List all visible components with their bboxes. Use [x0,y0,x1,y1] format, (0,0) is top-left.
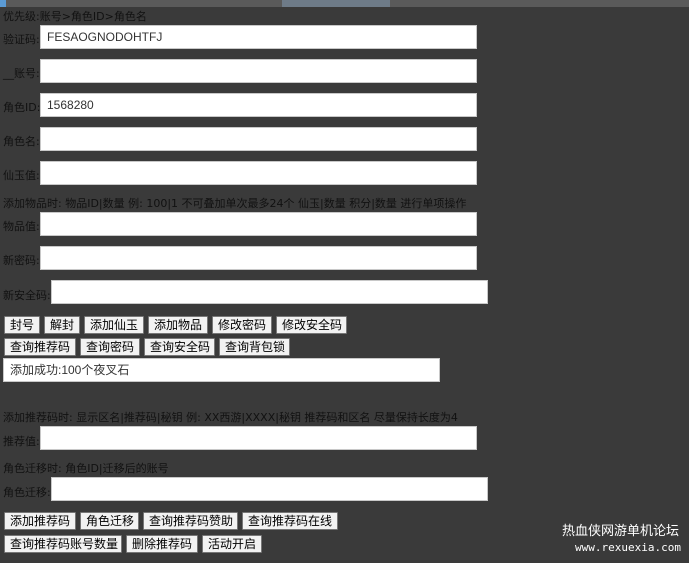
unban-button[interactable]: 解封 [44,316,80,334]
migrate-label: 角色迁移: [3,486,51,499]
item-label: 物品值: [3,220,40,233]
change-password-button[interactable]: 修改密码 [212,316,272,334]
query-recommend-button[interactable]: 查询推荐码 [4,338,76,356]
result-box: 添加成功:100个夜叉石 [3,358,440,382]
event-open-button[interactable]: 活动开启 [202,535,262,553]
query-bag-lock-button[interactable]: 查询背包锁 [219,338,290,356]
captcha-field[interactable]: FESAOGNODOHTFJ [40,25,477,49]
migrate-note: 角色迁移时: 角色ID|迁移后的账号 [3,462,169,475]
new-security-field[interactable] [51,280,488,304]
item-note: 添加物品时: 物品ID|数量 例: 100|1 不可叠加单次最多24个 仙玉|数… [3,197,467,210]
role-name-label: 角色名: [3,135,40,148]
query-recommend-sponsor-button[interactable]: 查询推荐码赞助 [143,512,238,530]
recommend-field[interactable] [40,426,477,450]
migrate-field[interactable] [51,477,488,501]
new-password-label: 新密码: [3,254,40,267]
top-bar-highlight [282,0,390,7]
priority-note: 优先级:账号>角色ID>角色名 [3,10,147,23]
watermark-url: www.rexuexia.com [575,541,681,554]
change-security-button[interactable]: 修改安全码 [276,316,347,334]
add-item-button[interactable]: 添加物品 [148,316,208,334]
delete-recommend-button[interactable]: 删除推荐码 [126,535,198,553]
item-field[interactable] [40,212,477,236]
add-recommend-button[interactable]: 添加推荐码 [4,512,76,530]
role-id-label: 角色ID: [3,101,41,114]
recommend-note: 添加推荐码时: 显示区名|推荐码|秘钥 例: XX西游|XXXX|秘钥 推荐码和… [3,411,458,424]
top-bar [0,0,689,7]
jade-label: 仙玉值: [3,169,40,182]
new-password-field[interactable] [40,246,477,270]
query-recommend-accounts-button[interactable]: 查询推荐码账号数量 [4,535,122,553]
role-migrate-button[interactable]: 角色迁移 [80,512,139,530]
query-password-button[interactable]: 查询密码 [80,338,140,356]
query-recommend-online-button[interactable]: 查询推荐码在线 [242,512,338,530]
query-security-button[interactable]: 查询安全码 [144,338,215,356]
watermark-title: 热血侠网游单机论坛 [561,524,679,539]
ban-button[interactable]: 封号 [4,316,40,334]
add-jade-button[interactable]: 添加仙玉 [84,316,144,334]
recommend-label: 推荐值: [3,435,40,448]
account-label: __账号: [3,67,40,80]
new-security-label: 新安全码: [3,289,51,302]
role-name-field[interactable] [40,127,477,151]
jade-field[interactable] [40,161,477,185]
captcha-label: 验证码: [3,33,40,46]
account-field[interactable] [40,59,477,83]
top-bar-accent [0,0,6,7]
role-id-field[interactable]: 1568280 [40,93,477,117]
